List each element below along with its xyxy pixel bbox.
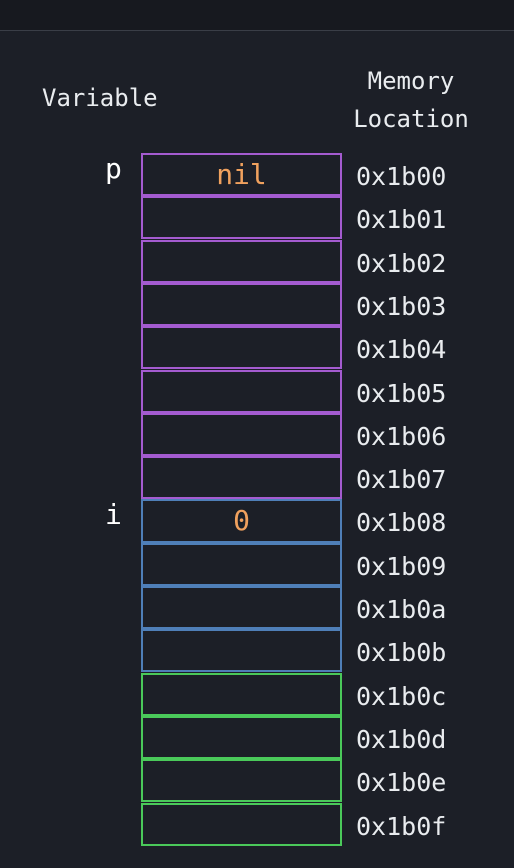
- variable-label-i: i: [105, 498, 122, 532]
- memory-location-header: Memory Location: [336, 62, 486, 138]
- memory-cell: [141, 715, 342, 760]
- memory-address: 0x1b01: [356, 205, 447, 235]
- memory-cell: [141, 196, 342, 240]
- memory-cell: [141, 282, 342, 327]
- variable-label-p: p: [105, 152, 122, 185]
- memory-header-line2: Location: [353, 105, 469, 133]
- memory-cell: [141, 802, 342, 846]
- memory-address: 0x1b09: [356, 551, 447, 581]
- memory-cell: [141, 369, 342, 413]
- top-bar: [0, 0, 514, 31]
- memory-cell: [141, 629, 342, 673]
- memory-cell: [141, 412, 342, 456]
- memory-address: 0x1b0b: [356, 638, 447, 668]
- memory-address: 0x1b0e: [356, 768, 447, 798]
- memory-header-line1: Memory: [367, 67, 455, 95]
- variable-header: Variable: [42, 84, 158, 112]
- memory-cell: [141, 586, 342, 630]
- memory-address: 0x1b02: [356, 248, 447, 278]
- memory-cell: [141, 239, 342, 283]
- memory-address: 0x1b06: [356, 421, 447, 451]
- memory-address: 0x1b07: [356, 465, 447, 495]
- memory-address: 0x1b0f: [356, 811, 447, 841]
- memory-cell: 0: [141, 499, 342, 543]
- memory-address: 0x1b0a: [356, 595, 447, 624]
- memory-cell: [141, 326, 342, 370]
- cell-value: nil: [216, 158, 267, 192]
- cell-value: 0: [233, 504, 250, 538]
- memory-cell: nil: [141, 153, 342, 197]
- memory-address: 0x1b0d: [356, 724, 447, 754]
- memory-cell: [141, 672, 342, 716]
- memory-address: 0x1b03: [356, 291, 447, 321]
- memory-cell: [141, 759, 342, 803]
- memory-address: 0x1b04: [356, 335, 447, 365]
- memory-address: 0x1b0c: [356, 681, 447, 711]
- memory-cell: [141, 542, 342, 586]
- memory-address: 0x1b08: [356, 508, 447, 538]
- memory-address: 0x1b05: [356, 378, 447, 408]
- memory-cell: [141, 456, 342, 500]
- memory-address: 0x1b00: [356, 162, 447, 191]
